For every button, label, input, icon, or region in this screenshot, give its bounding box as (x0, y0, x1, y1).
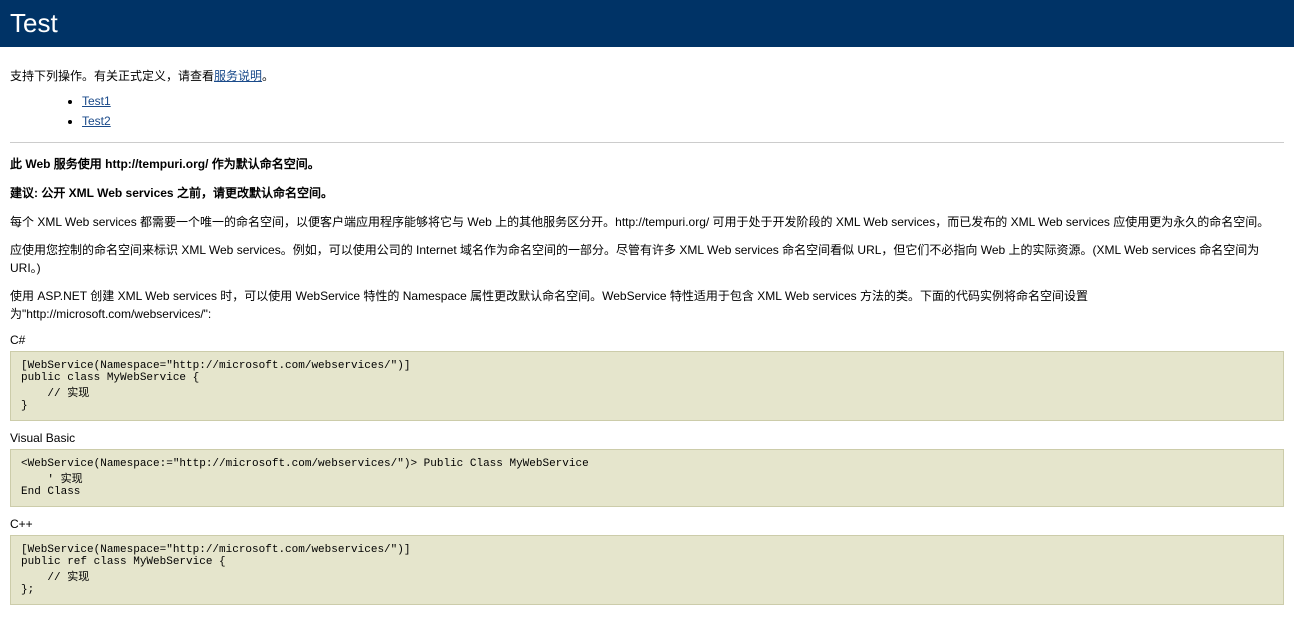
operation-link-test2[interactable]: Test2 (82, 114, 111, 128)
divider (10, 142, 1284, 143)
lang-label-vb: Visual Basic (10, 431, 1284, 445)
lang-label-csharp: C# (10, 333, 1284, 347)
code-sample-cpp: [WebService(Namespace="http://microsoft.… (10, 535, 1284, 605)
paragraph-1: 每个 XML Web services 都需要一个唯一的命名空间，以便客户端应用… (10, 213, 1284, 231)
namespace-heading: 此 Web 服务使用 http://tempuri.org/ 作为默认命名空间。 (10, 155, 1284, 172)
service-description-link[interactable]: 服务说明 (214, 69, 262, 83)
intro-suffix: 。 (262, 69, 274, 83)
page-title: Test (10, 8, 1284, 39)
code-sample-vb: <WebService(Namespace:="http://microsoft… (10, 449, 1284, 507)
page-content: 支持下列操作。有关正式定义，请查看服务说明。 Test1 Test2 此 Web… (0, 47, 1294, 623)
intro-text: 支持下列操作。有关正式定义，请查看服务说明。 (10, 67, 1284, 84)
code-sample-csharp: [WebService(Namespace="http://microsoft.… (10, 351, 1284, 421)
paragraph-2: 应使用您控制的命名空间来标识 XML Web services。例如，可以使用公… (10, 241, 1284, 277)
list-item: Test1 (82, 94, 1284, 108)
paragraph-3: 使用 ASP.NET 创建 XML Web services 时，可以使用 We… (10, 287, 1284, 323)
operations-list: Test1 Test2 (10, 94, 1284, 128)
operation-link-test1[interactable]: Test1 (82, 94, 111, 108)
page-header: Test (0, 0, 1294, 47)
intro-prefix: 支持下列操作。有关正式定义，请查看 (10, 69, 214, 83)
suggestion-heading: 建议: 公开 XML Web services 之前，请更改默认命名空间。 (10, 184, 1284, 201)
lang-label-cpp: C++ (10, 517, 1284, 531)
list-item: Test2 (82, 114, 1284, 128)
